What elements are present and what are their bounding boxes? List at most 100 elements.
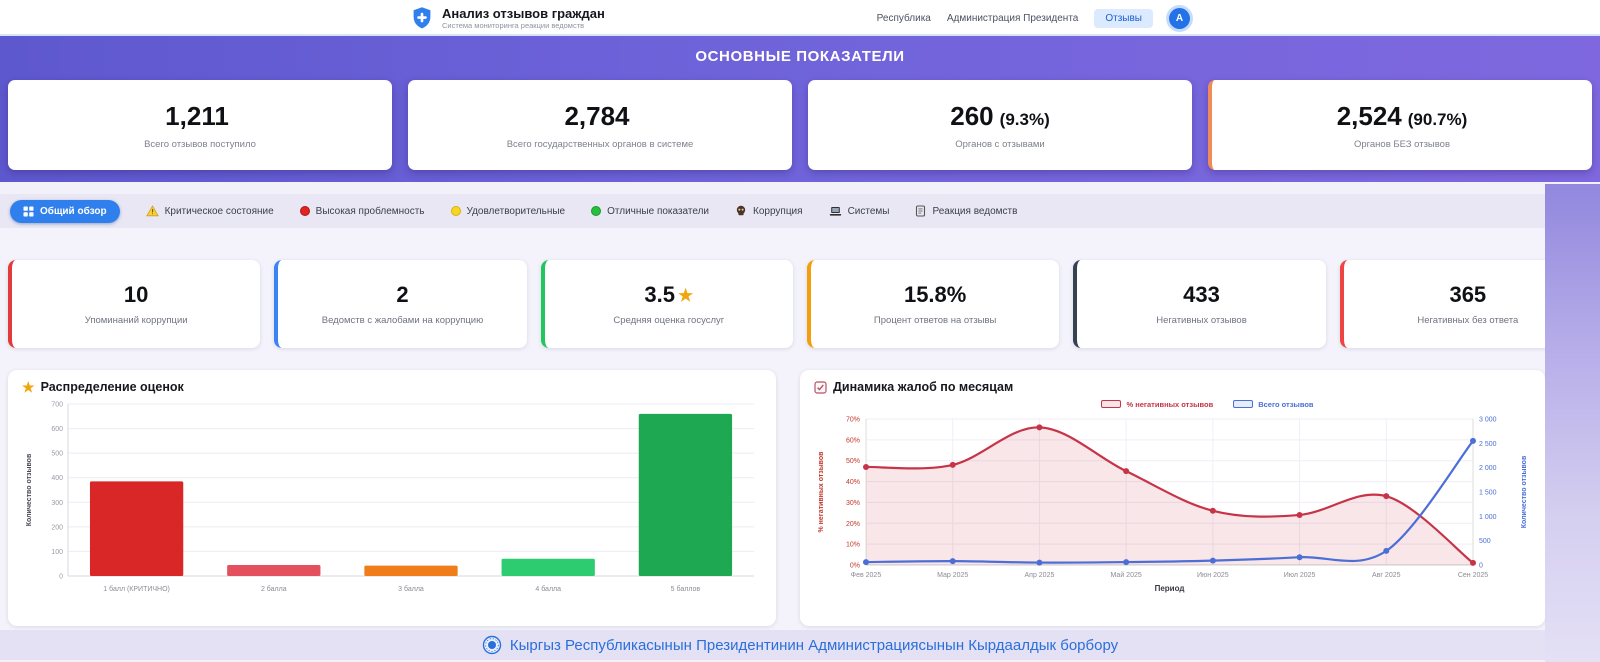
svg-text:600: 600 [51, 426, 63, 433]
metric-value: 2 [396, 282, 408, 308]
metric-label: Ведомств с жалобами на коррупцию [322, 315, 483, 326]
app-subtitle: Система мониторинга реакции ведомств [442, 21, 605, 30]
kpi-row: 1,211 Всего отзывов поступило 2,784 Всег… [8, 80, 1592, 170]
star-icon: ★ [678, 287, 693, 304]
right-edge-band [1545, 184, 1600, 662]
metric-card-agencies-corruption-complaints: 2 Ведомств с жалобами на коррупцию [274, 260, 526, 348]
green-circle-icon [591, 206, 601, 216]
svg-text:Количество отзывов: Количество отзывов [26, 453, 33, 526]
grid-icon [23, 206, 34, 217]
svg-text:400: 400 [51, 475, 63, 482]
spacer [0, 182, 1600, 194]
svg-text:2 000: 2 000 [1479, 465, 1497, 472]
metric-label: Процент ответов на отзывы [874, 315, 996, 326]
page-footer: Кыргыз Республикасынын Президентинин Адм… [0, 630, 1600, 660]
warning-triangle-icon [146, 205, 159, 217]
ratings-distribution-chart-card: ★ Распределение оценок 0 100 200 300 400 500 6… [8, 370, 776, 626]
svg-text:20%: 20% [846, 521, 860, 528]
key-indicators-section: ОСНОВНЫЕ ПОКАЗАТЕЛИ 1,211 Всего отзывов … [0, 36, 1600, 182]
kpi-value: 1,211 [165, 101, 229, 132]
kpi-card-agencies-without-reviews: 2,524 (90.7%) Органов БЕЗ отзывов [1208, 80, 1592, 170]
tab-label: Удовлетворительные [467, 206, 566, 217]
charts-row: ★ Распределение оценок 0 100 200 300 400 500 6… [8, 370, 1592, 626]
svg-text:1 500: 1 500 [1479, 490, 1497, 497]
shield-plus-logo-icon [410, 6, 434, 30]
svg-text:0%: 0% [850, 563, 860, 570]
user-avatar[interactable]: A [1169, 8, 1190, 29]
legend-swatch [1101, 400, 1121, 408]
laptop-icon [829, 206, 842, 217]
top-nav: Республика Администрация Президента Отзы… [877, 8, 1190, 29]
svg-text:200: 200 [51, 524, 63, 531]
tab-systems[interactable]: Системы [829, 206, 890, 217]
svg-text:Мар 2025: Мар 2025 [937, 572, 968, 579]
kpi-label: Всего отзывов поступило [144, 139, 256, 150]
nav-republic[interactable]: Республика [877, 13, 931, 24]
svg-text:700: 700 [51, 402, 63, 409]
nav-president-administration[interactable]: Администрация Президента [947, 13, 1079, 24]
kpi-suffix: (9.3%) [1000, 110, 1050, 130]
state-emblem-icon [482, 635, 502, 655]
tab-critical-state[interactable]: Критическое состояние [146, 205, 274, 217]
tab-high-problem[interactable]: Высокая проблемность [300, 206, 425, 217]
svg-text:2 балла: 2 балла [261, 585, 287, 593]
svg-text:Апр 2025: Апр 2025 [1024, 572, 1054, 579]
svg-text:Май 2025: Май 2025 [1111, 571, 1142, 579]
section-title: ОСНОВНЫЕ ПОКАЗАТЕЛИ [8, 48, 1592, 72]
svg-text:300: 300 [51, 500, 63, 507]
metric-value: 15.8% [904, 282, 966, 308]
kpi-label: Органов с отзывами [955, 139, 1045, 150]
metric-card-negative-reviews: 433 Негативных отзывов [1073, 260, 1325, 348]
tab-satisfactory[interactable]: Удовлетворительные [451, 206, 566, 217]
corruption-icon [735, 205, 747, 217]
kpi-label: Органов БЕЗ отзывов [1354, 139, 1450, 150]
metric-value: 10 [124, 282, 148, 308]
tab-label: Системы [848, 206, 890, 217]
tab-label: Коррупция [753, 206, 803, 217]
svg-text:500: 500 [51, 451, 63, 458]
kpi-value: 2,784 [564, 101, 629, 132]
svg-text:100: 100 [51, 549, 63, 556]
metric-value: 3.5 [644, 282, 675, 308]
tab-corruption[interactable]: Коррупция [735, 205, 803, 217]
svg-text:30%: 30% [846, 500, 860, 507]
legend-item: % негативных отзывов [1101, 397, 1213, 411]
svg-text:70%: 70% [846, 417, 860, 424]
svg-text:50%: 50% [846, 458, 860, 465]
tab-agency-reaction[interactable]: Реакция ведомств [915, 205, 1017, 217]
tab-overview[interactable]: Общий обзор [10, 200, 120, 223]
svg-text:40%: 40% [846, 479, 860, 486]
svg-text:Авг 2025: Авг 2025 [1372, 572, 1401, 579]
yellow-circle-icon [451, 206, 461, 216]
svg-text:3 балла: 3 балла [398, 585, 424, 593]
app-brand: Анализ отзывов граждан Система мониторин… [410, 6, 605, 30]
tab-label: Высокая проблемность [316, 206, 425, 217]
kpi-suffix: (90.7%) [1408, 110, 1468, 130]
filter-tabbar: Общий обзор Критическое состояние Высока… [0, 194, 1600, 228]
svg-text:2 500: 2 500 [1479, 441, 1497, 448]
metric-value: 433 [1183, 282, 1220, 308]
star-icon: ★ [22, 380, 35, 394]
chart-title: Динамика жалоб по месяцам [833, 380, 1013, 394]
svg-text:0: 0 [59, 574, 63, 581]
svg-text:5 баллов: 5 баллов [671, 585, 701, 593]
tab-excellent[interactable]: Отличные показатели [591, 206, 709, 217]
svg-text:10%: 10% [846, 542, 860, 549]
metric-row: 10 Упоминаний коррупции 2 Ведомств с жал… [8, 228, 1592, 348]
chart-title: Распределение оценок [41, 380, 184, 394]
svg-text:500: 500 [1479, 538, 1491, 545]
metric-card-corruption-mentions: 10 Упоминаний коррупции [8, 260, 260, 348]
svg-text:Июн 2025: Июн 2025 [1197, 572, 1229, 579]
metric-card-average-rating: 3.5 ★ Средняя оценка госуслуг [541, 260, 793, 348]
svg-text:% негативных отзывов: % негативных отзывов [818, 451, 825, 533]
tab-label: Общий обзор [40, 206, 107, 217]
tab-label: Критическое состояние [165, 206, 274, 217]
svg-text:4 балла: 4 балла [535, 585, 561, 593]
svg-text:0: 0 [1479, 563, 1483, 570]
tab-label: Отличные показатели [607, 206, 709, 217]
nav-reviews[interactable]: Отзывы [1094, 9, 1153, 28]
app-title: Анализ отзывов граждан [442, 7, 605, 21]
main-content: 10 Упоминаний коррупции 2 Ведомств с жал… [0, 228, 1600, 630]
svg-text:60%: 60% [846, 437, 860, 444]
svg-text:Июл 2025: Июл 2025 [1284, 572, 1316, 579]
